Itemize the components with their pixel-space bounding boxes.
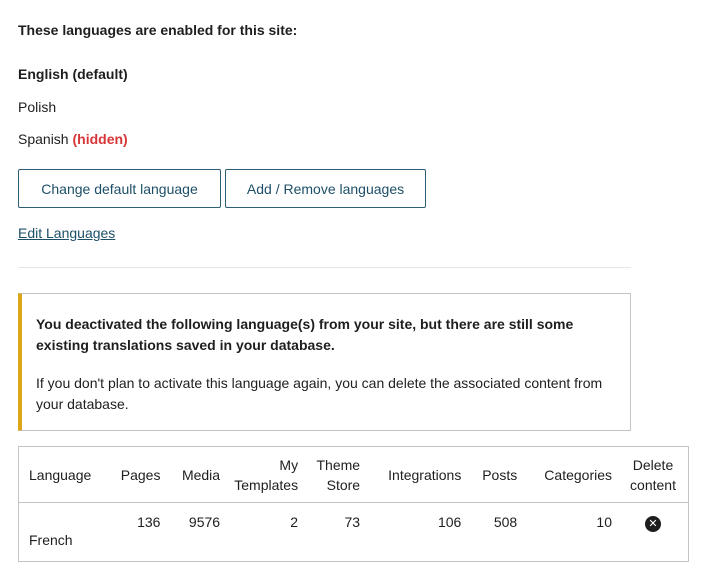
header-posts: Posts	[467, 447, 524, 503]
language-name: Polish	[18, 98, 57, 115]
notice-info-text: If you don't plan to activate this langu…	[36, 375, 603, 412]
header-integrations: Integrations	[366, 447, 468, 503]
section-divider	[18, 267, 631, 268]
cell-my-templates: 2	[290, 514, 299, 530]
cell-categories: 10	[596, 514, 612, 530]
header-delete-content: Delete content	[618, 447, 688, 503]
cell-language: French	[29, 532, 73, 548]
edit-languages-link[interactable]: Edit Languages	[18, 225, 115, 241]
header-my-templates: My Templates	[226, 447, 305, 503]
cell-pages: 136	[137, 514, 161, 530]
deactivated-languages-table: Language Pages Media My Templates Theme …	[18, 446, 689, 562]
table-header-row: Language Pages Media My Templates Theme …	[19, 447, 688, 503]
language-item-spanish: Spanish (hidden)	[18, 130, 128, 163]
notice-warning-text: You deactivated the following language(s…	[36, 316, 574, 353]
language-item-polish: Polish	[18, 98, 128, 131]
close-circle-icon[interactable]: ✕	[645, 516, 661, 532]
change-default-language-button[interactable]: Change default language	[18, 169, 221, 208]
cell-posts: 508	[493, 514, 518, 530]
cell-integrations: 106	[437, 514, 462, 530]
language-actions: Change default language Add / Remove lan…	[18, 169, 426, 208]
enabled-languages-heading: These languages are enabled for this sit…	[18, 22, 298, 38]
table-row: French 136 9576 2 73 106 508 10 ✕	[19, 503, 688, 574]
header-pages: Pages	[105, 447, 167, 503]
deactivated-languages-notice: You deactivated the following language(s…	[18, 293, 631, 431]
header-media: Media	[166, 447, 227, 503]
cell-delete-content: ✕	[618, 503, 688, 574]
language-item-english: English (default)	[18, 65, 128, 98]
header-theme-store: Theme Store	[304, 447, 367, 503]
enabled-languages-list: English (default) Polish Spanish (hidden…	[18, 65, 128, 163]
add-remove-languages-button[interactable]: Add / Remove languages	[225, 169, 426, 208]
hidden-status-label: (hidden)	[72, 131, 128, 147]
language-name: English (default)	[18, 66, 128, 82]
cell-media: 9576	[188, 514, 221, 530]
header-language: Language	[19, 447, 105, 503]
header-categories: Categories	[523, 447, 618, 503]
language-name: Spanish	[18, 131, 69, 147]
cell-theme-store: 73	[344, 514, 361, 530]
